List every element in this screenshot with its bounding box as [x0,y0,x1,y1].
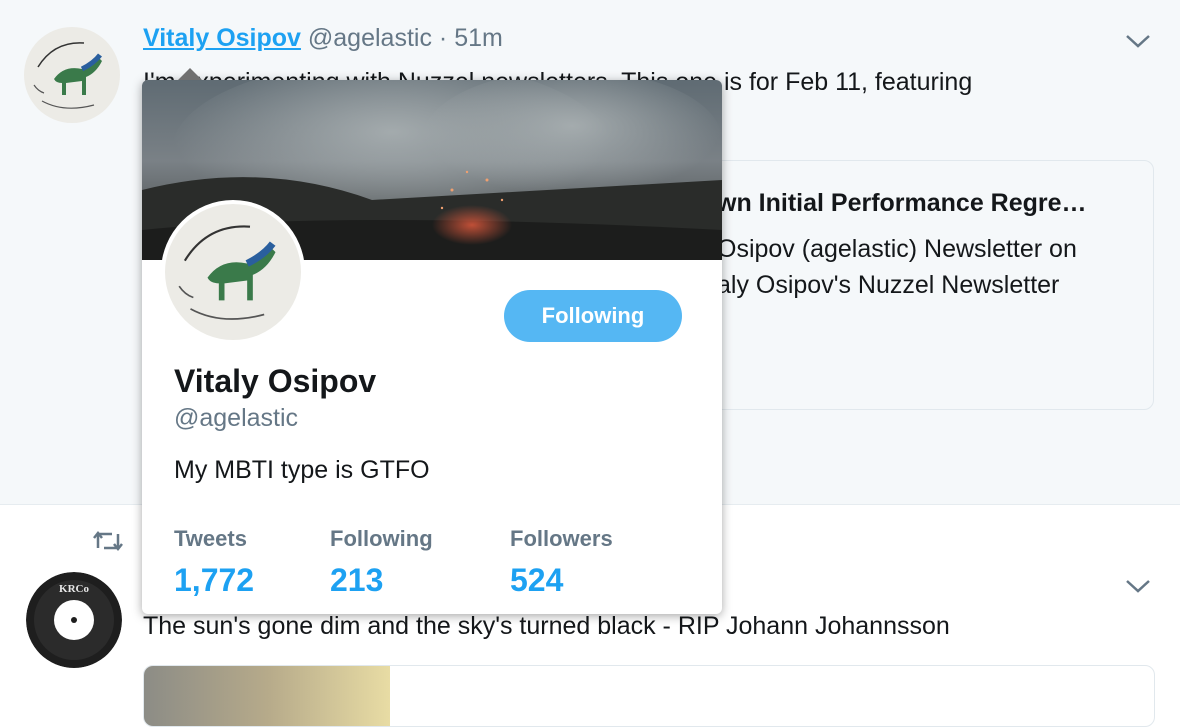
link-card[interactable]: wn Initial Performance Regre… Osipov (ag… [680,160,1154,410]
tweet-text: The sun's gone dim and the sky's turned … [143,612,950,640]
chevron-down-icon[interactable] [1125,577,1151,595]
stat-followers[interactable]: Followers 524 [510,526,613,599]
link-card-description: Osipov (agelastic) Newsletter on aly Osi… [717,231,1147,303]
user-avatar[interactable] [24,27,120,123]
profile-bio: My MBTI type is GTFO [174,456,430,484]
stat-label: Followers [510,526,613,551]
tweet-author-name[interactable]: Vitaly Osipov [143,24,301,52]
profile-hover-card: Following Vitaly Osipov @agelastic My MB… [142,68,722,614]
stat-value: 213 [330,562,384,598]
tweet-author-handle[interactable]: @agelastic [308,24,432,52]
link-card-title: wn Initial Performance Regre… [717,189,1087,217]
stat-label: Following [330,526,433,551]
tweet-separator: · [438,24,448,52]
media-thumbnail [144,666,390,726]
popup-arrow [178,68,202,80]
stat-value: 524 [510,562,564,598]
record-label-text: KRCo [59,583,89,595]
stat-tweets[interactable]: Tweets 1,772 [174,526,254,599]
chevron-down-icon[interactable] [1125,32,1151,50]
stat-label: Tweets [174,526,247,551]
link-card-description-line-1: Osipov (agelastic) Newsletter on [717,235,1077,263]
stat-value: 1,772 [174,562,255,598]
media-card[interactable] [143,665,1155,727]
link-card-description-line-2: aly Osipov's Nuzzel Newsletter [717,271,1060,299]
tweet-timestamp[interactable]: 51m [454,24,503,52]
tweet-header: Vitaly Osipov @agelastic · 51m [143,24,503,53]
following-button[interactable]: Following [504,290,682,342]
retweet-icon [93,530,123,552]
profile-avatar[interactable] [161,200,305,344]
stat-following[interactable]: Following 213 [330,526,433,599]
user-avatar-2[interactable]: KRCo [26,572,122,668]
profile-handle[interactable]: @agelastic [174,404,298,433]
profile-name[interactable]: Vitaly Osipov [174,363,376,400]
